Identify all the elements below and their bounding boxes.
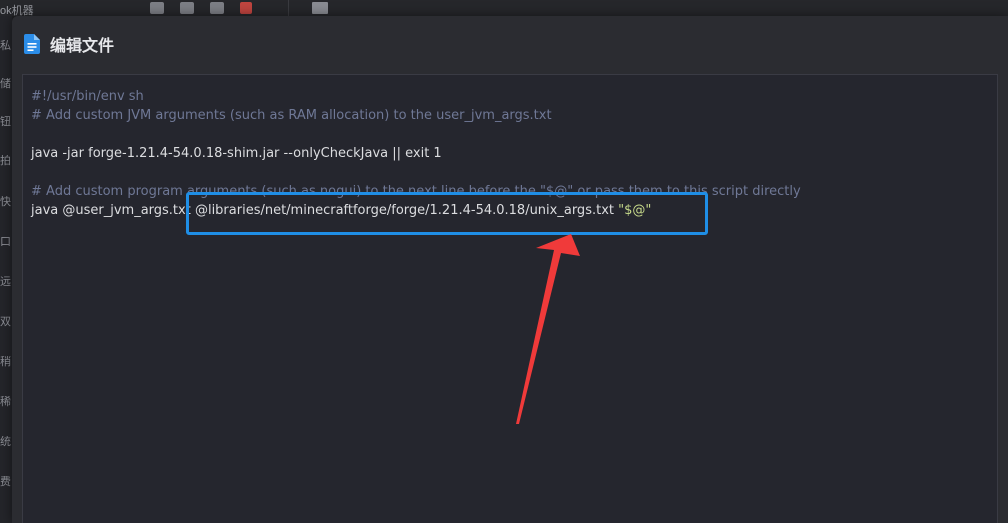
sidebar-fragment: 快 xyxy=(0,196,11,208)
monitor-icon[interactable] xyxy=(312,2,328,14)
code-comment-line: # Add custom JVM arguments (such as RAM … xyxy=(31,106,997,125)
sidebar-fragment: 稍 xyxy=(0,356,11,368)
trash-icon[interactable] xyxy=(240,2,252,14)
sidebar-fragment: 稀 xyxy=(0,396,11,408)
dialog-header: 编辑文件 xyxy=(12,16,1008,72)
code-editor[interactable]: #!/usr/bin/env sh # Add custom JVM argume… xyxy=(22,74,998,523)
code-line: java -jar forge-1.21.4-54.0.18-shim.jar … xyxy=(31,144,997,163)
background-sidebar: 私储钮拍快口远双稍稀统费 xyxy=(0,16,12,523)
sidebar-fragment: 费 xyxy=(0,476,11,488)
document-icon xyxy=(24,34,40,54)
code-text: #!/usr/bin/env sh xyxy=(31,89,144,104)
background-toolbar-icons xyxy=(150,2,252,14)
sidebar-fragment: 口 xyxy=(0,236,11,248)
sidebar-fragment: 统 xyxy=(0,436,11,448)
sidebar-fragment: 储 xyxy=(0,78,11,90)
sidebar-fragment: 私 xyxy=(0,40,11,52)
highlight-box xyxy=(186,192,708,235)
edit-file-dialog: 编辑文件 #!/usr/bin/env sh # Add custom JVM a… xyxy=(12,16,1008,523)
code-comment-line: #!/usr/bin/env sh xyxy=(31,87,997,106)
sidebar-fragment: 双 xyxy=(0,316,11,328)
code-text: java -jar forge-1.21.4-54.0.18-shim.jar … xyxy=(31,146,442,161)
sidebar-fragment: 拍 xyxy=(0,155,11,167)
toolbar-divider xyxy=(288,0,289,16)
sidebar-fragment: 钮 xyxy=(0,116,11,128)
dialog-title: 编辑文件 xyxy=(50,38,115,55)
sidebar-fragment: 远 xyxy=(0,276,11,288)
background-toolbar: ok机器 xyxy=(0,0,1008,17)
code-text: # Add custom JVM arguments (such as RAM … xyxy=(31,108,552,123)
file-download-icon[interactable] xyxy=(210,2,224,14)
folder-plus-icon[interactable] xyxy=(150,2,164,14)
file-plus-icon[interactable] xyxy=(180,2,194,14)
